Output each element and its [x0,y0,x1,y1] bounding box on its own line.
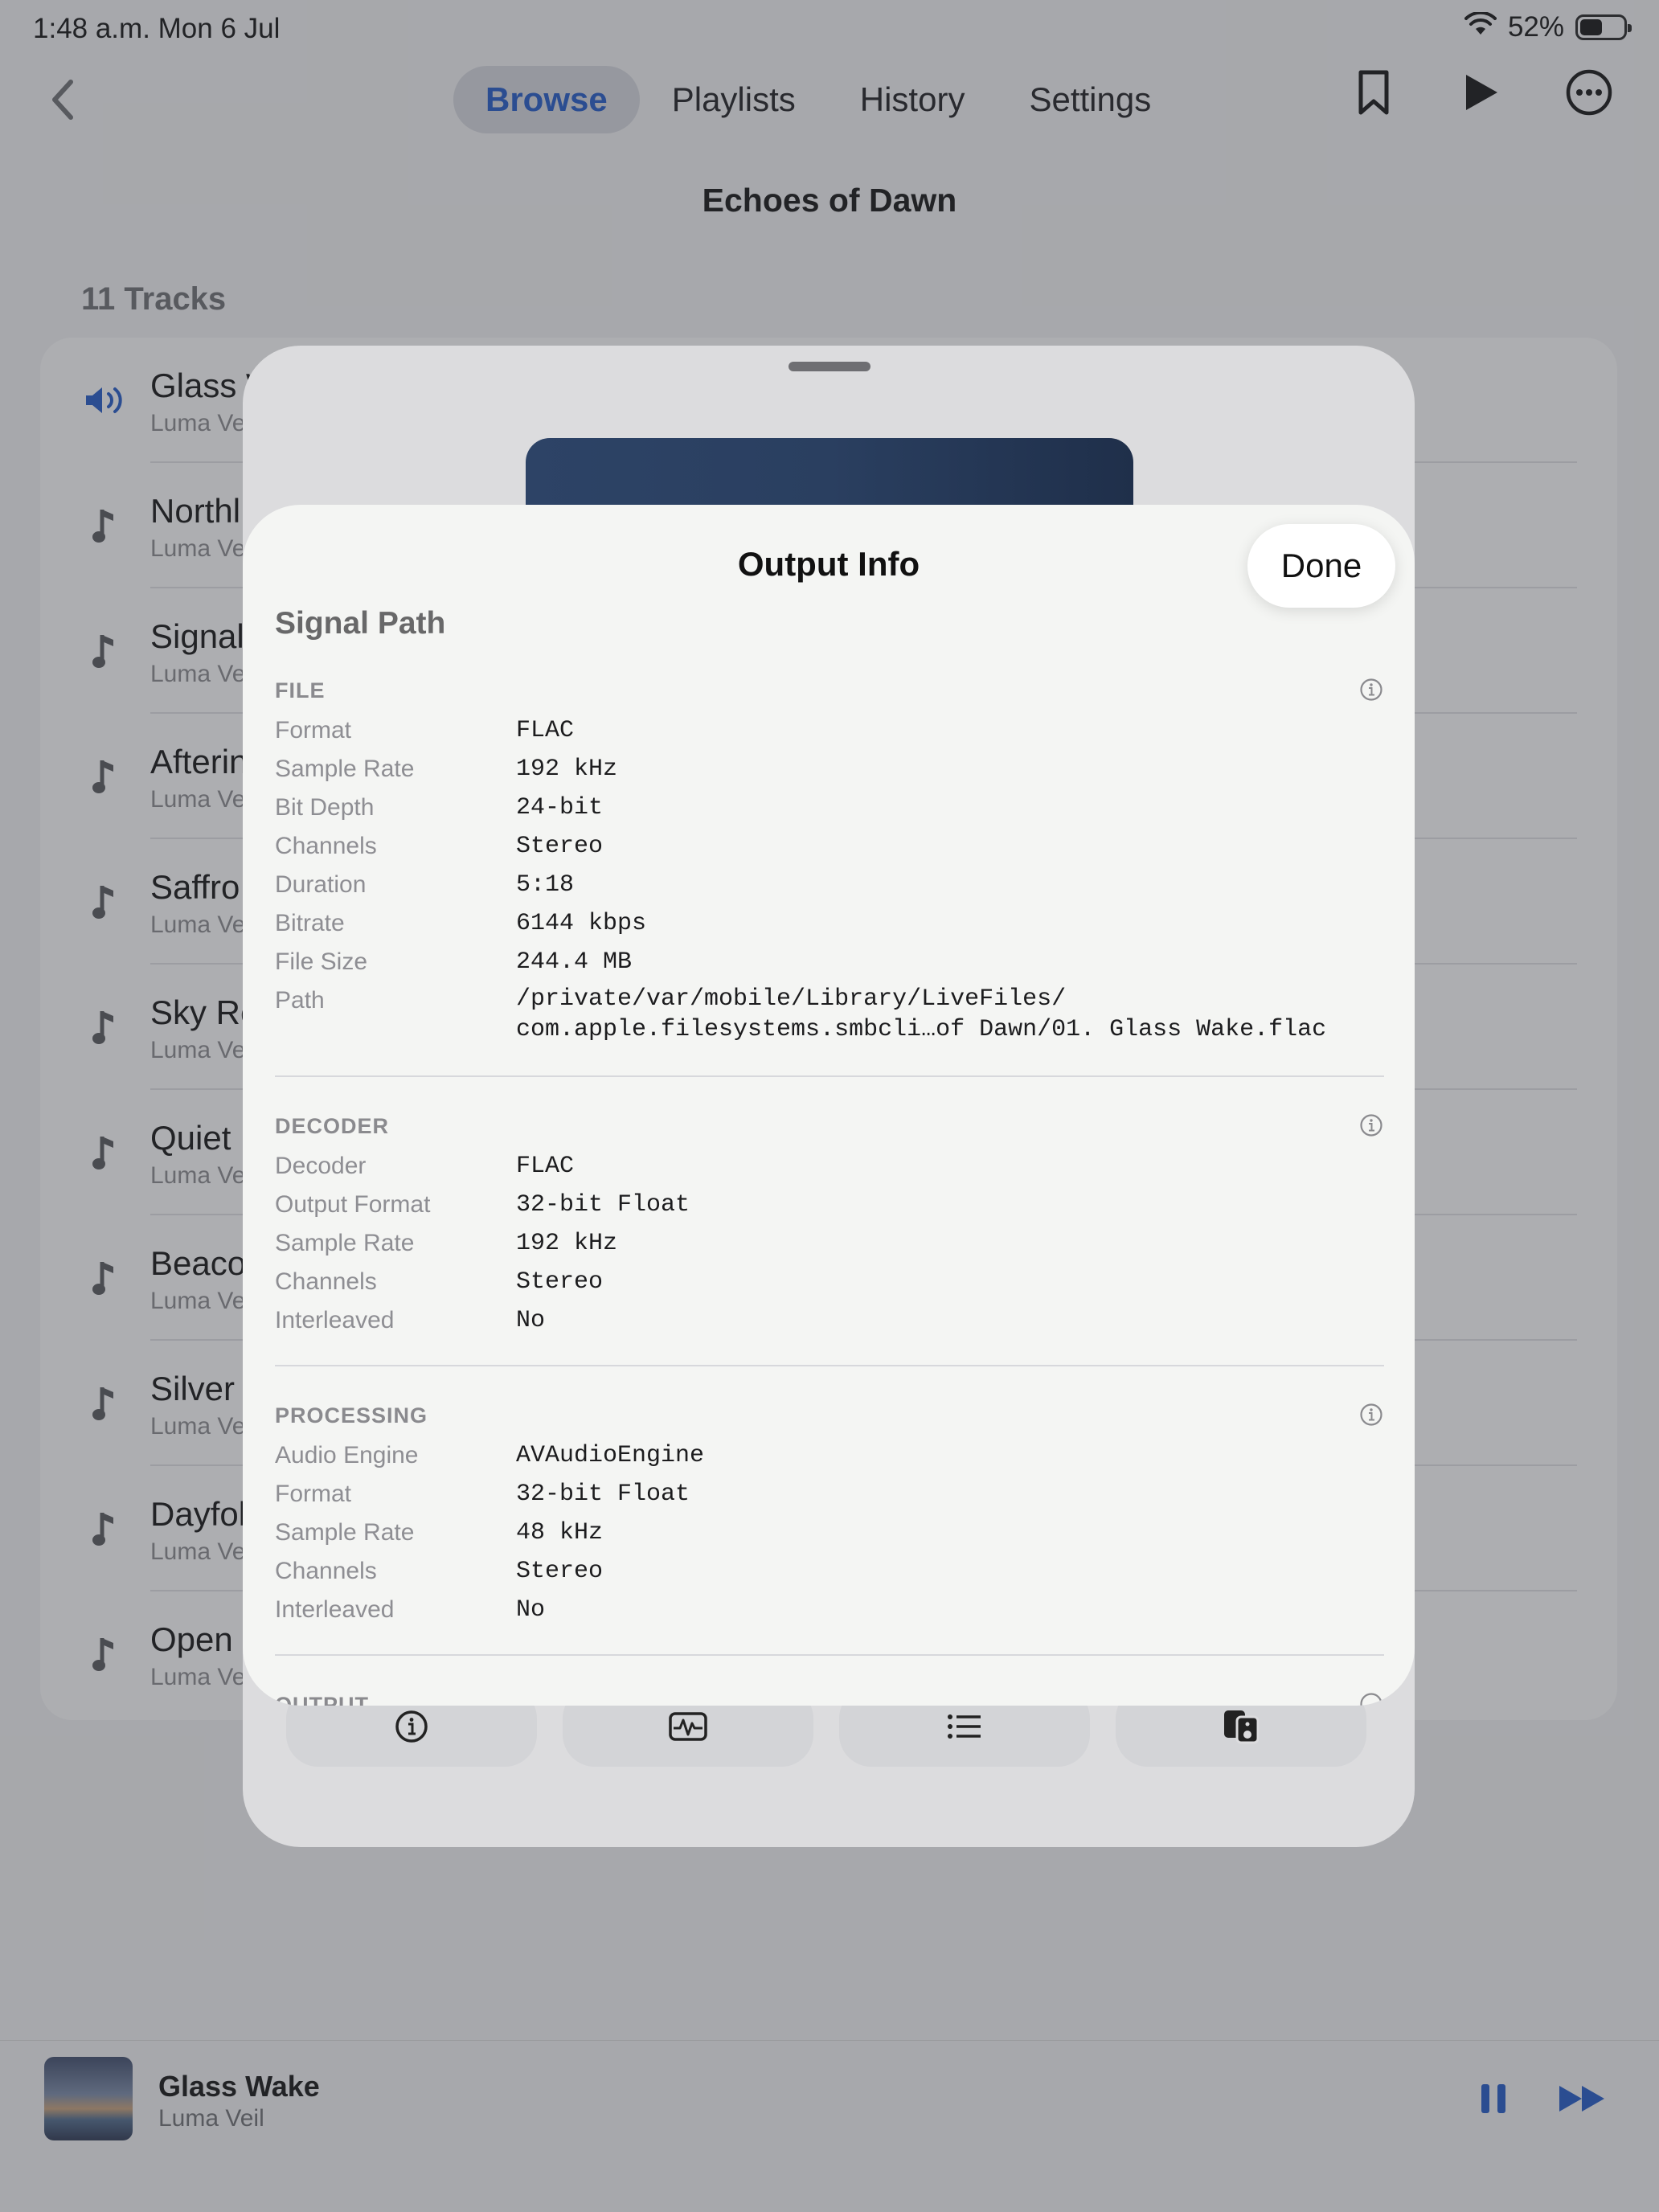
info-row: Sample Rate 192 kHz [275,1230,1384,1268]
done-button[interactable]: Done [1247,524,1395,608]
sheet-header: Output Info Done [243,505,1415,609]
info-row: Format 32-bit Float [275,1481,1384,1519]
row-label: Sample Rate [275,1230,415,1256]
row-value: FLAC [516,717,575,744]
info-icon[interactable] [1358,677,1384,703]
row-value: No [516,1307,546,1334]
row-label: Bit Depth [275,794,375,821]
row-value: 32-bit Float [516,1481,690,1508]
row-value: 192 kHz [516,1230,618,1257]
row-label: Channels [275,833,377,859]
row-value: Stereo [516,1268,604,1296]
info-row: Interleaved No [275,1307,1384,1346]
section-divider [275,1075,1384,1077]
row-value: 6144 kbps [516,910,647,937]
section-heading: FILE [275,678,326,703]
output-info-sheet: Output Info Done Signal Path FILE Format… [243,505,1415,1706]
file-path-value: /private/var/mobile/Library/LiveFiles/ c… [516,985,1327,1043]
info-row: Channels Stereo [275,1268,1384,1307]
row-label: Output Format [275,1191,431,1218]
info-row: Duration 5:18 [275,871,1384,910]
row-label: Path [275,987,325,1014]
row-value: 24-bit [516,794,604,821]
signal-path-heading: Signal Path [275,606,446,641]
info-icon[interactable] [1358,1112,1384,1138]
row-label: Duration [275,871,367,898]
info-row: Bit Depth 24-bit [275,794,1384,833]
row-label: Interleaved [275,1596,395,1623]
row-value: 192 kHz [516,756,618,783]
row-value: No [516,1596,546,1624]
section-heading: PROCESSING [275,1403,428,1428]
info-row: Decoder FLAC [275,1153,1384,1191]
info-row: Audio Engine AVAudioEngine [275,1442,1384,1481]
row-value: 5:18 [516,871,575,899]
row-label: Format [275,1481,352,1507]
info-row: Interleaved No [275,1596,1384,1635]
info-row: Format FLAC [275,717,1384,756]
row-label: Sample Rate [275,756,415,782]
row-value: Stereo [516,833,604,860]
row-label: Audio Engine [275,1442,419,1469]
row-value: 48 kHz [516,1519,604,1546]
row-value: 32-bit Float [516,1191,690,1219]
section-heading: OUTPUT [275,1693,369,1706]
sheet-title: Output Info [737,545,920,583]
section-divider [275,1365,1384,1366]
row-label: Channels [275,1268,377,1295]
row-label: Decoder [275,1153,367,1179]
row-label: Format [275,717,352,743]
info-row: Sample Rate 192 kHz [275,756,1384,794]
row-value: AVAudioEngine [516,1442,705,1469]
row-value: FLAC [516,1153,575,1180]
row-label: Sample Rate [275,1519,415,1546]
info-row: Channels Stereo [275,1558,1384,1596]
row-value: Stereo [516,1558,604,1585]
row-label: Interleaved [275,1307,395,1333]
row-value: 244.4 MB [516,948,633,976]
row-label: File Size [275,948,368,975]
row-label: Channels [275,1558,377,1584]
section-heading: DECODER [275,1114,390,1138]
info-icon[interactable] [1358,1402,1384,1428]
info-icon[interactable] [1358,1691,1384,1706]
info-row: Bitrate 6144 kbps [275,910,1384,948]
info-row: Sample Rate 48 kHz [275,1519,1384,1558]
section-divider [275,1654,1384,1656]
info-row: Output Format 32-bit Float [275,1191,1384,1230]
info-row: Channels Stereo [275,833,1384,871]
info-row: Path/private/var/mobile/Library/LiveFile… [275,985,1384,1051]
row-label: Bitrate [275,910,345,936]
info-row: File Size 244.4 MB [275,948,1384,987]
sheet-grabber[interactable] [789,362,870,371]
